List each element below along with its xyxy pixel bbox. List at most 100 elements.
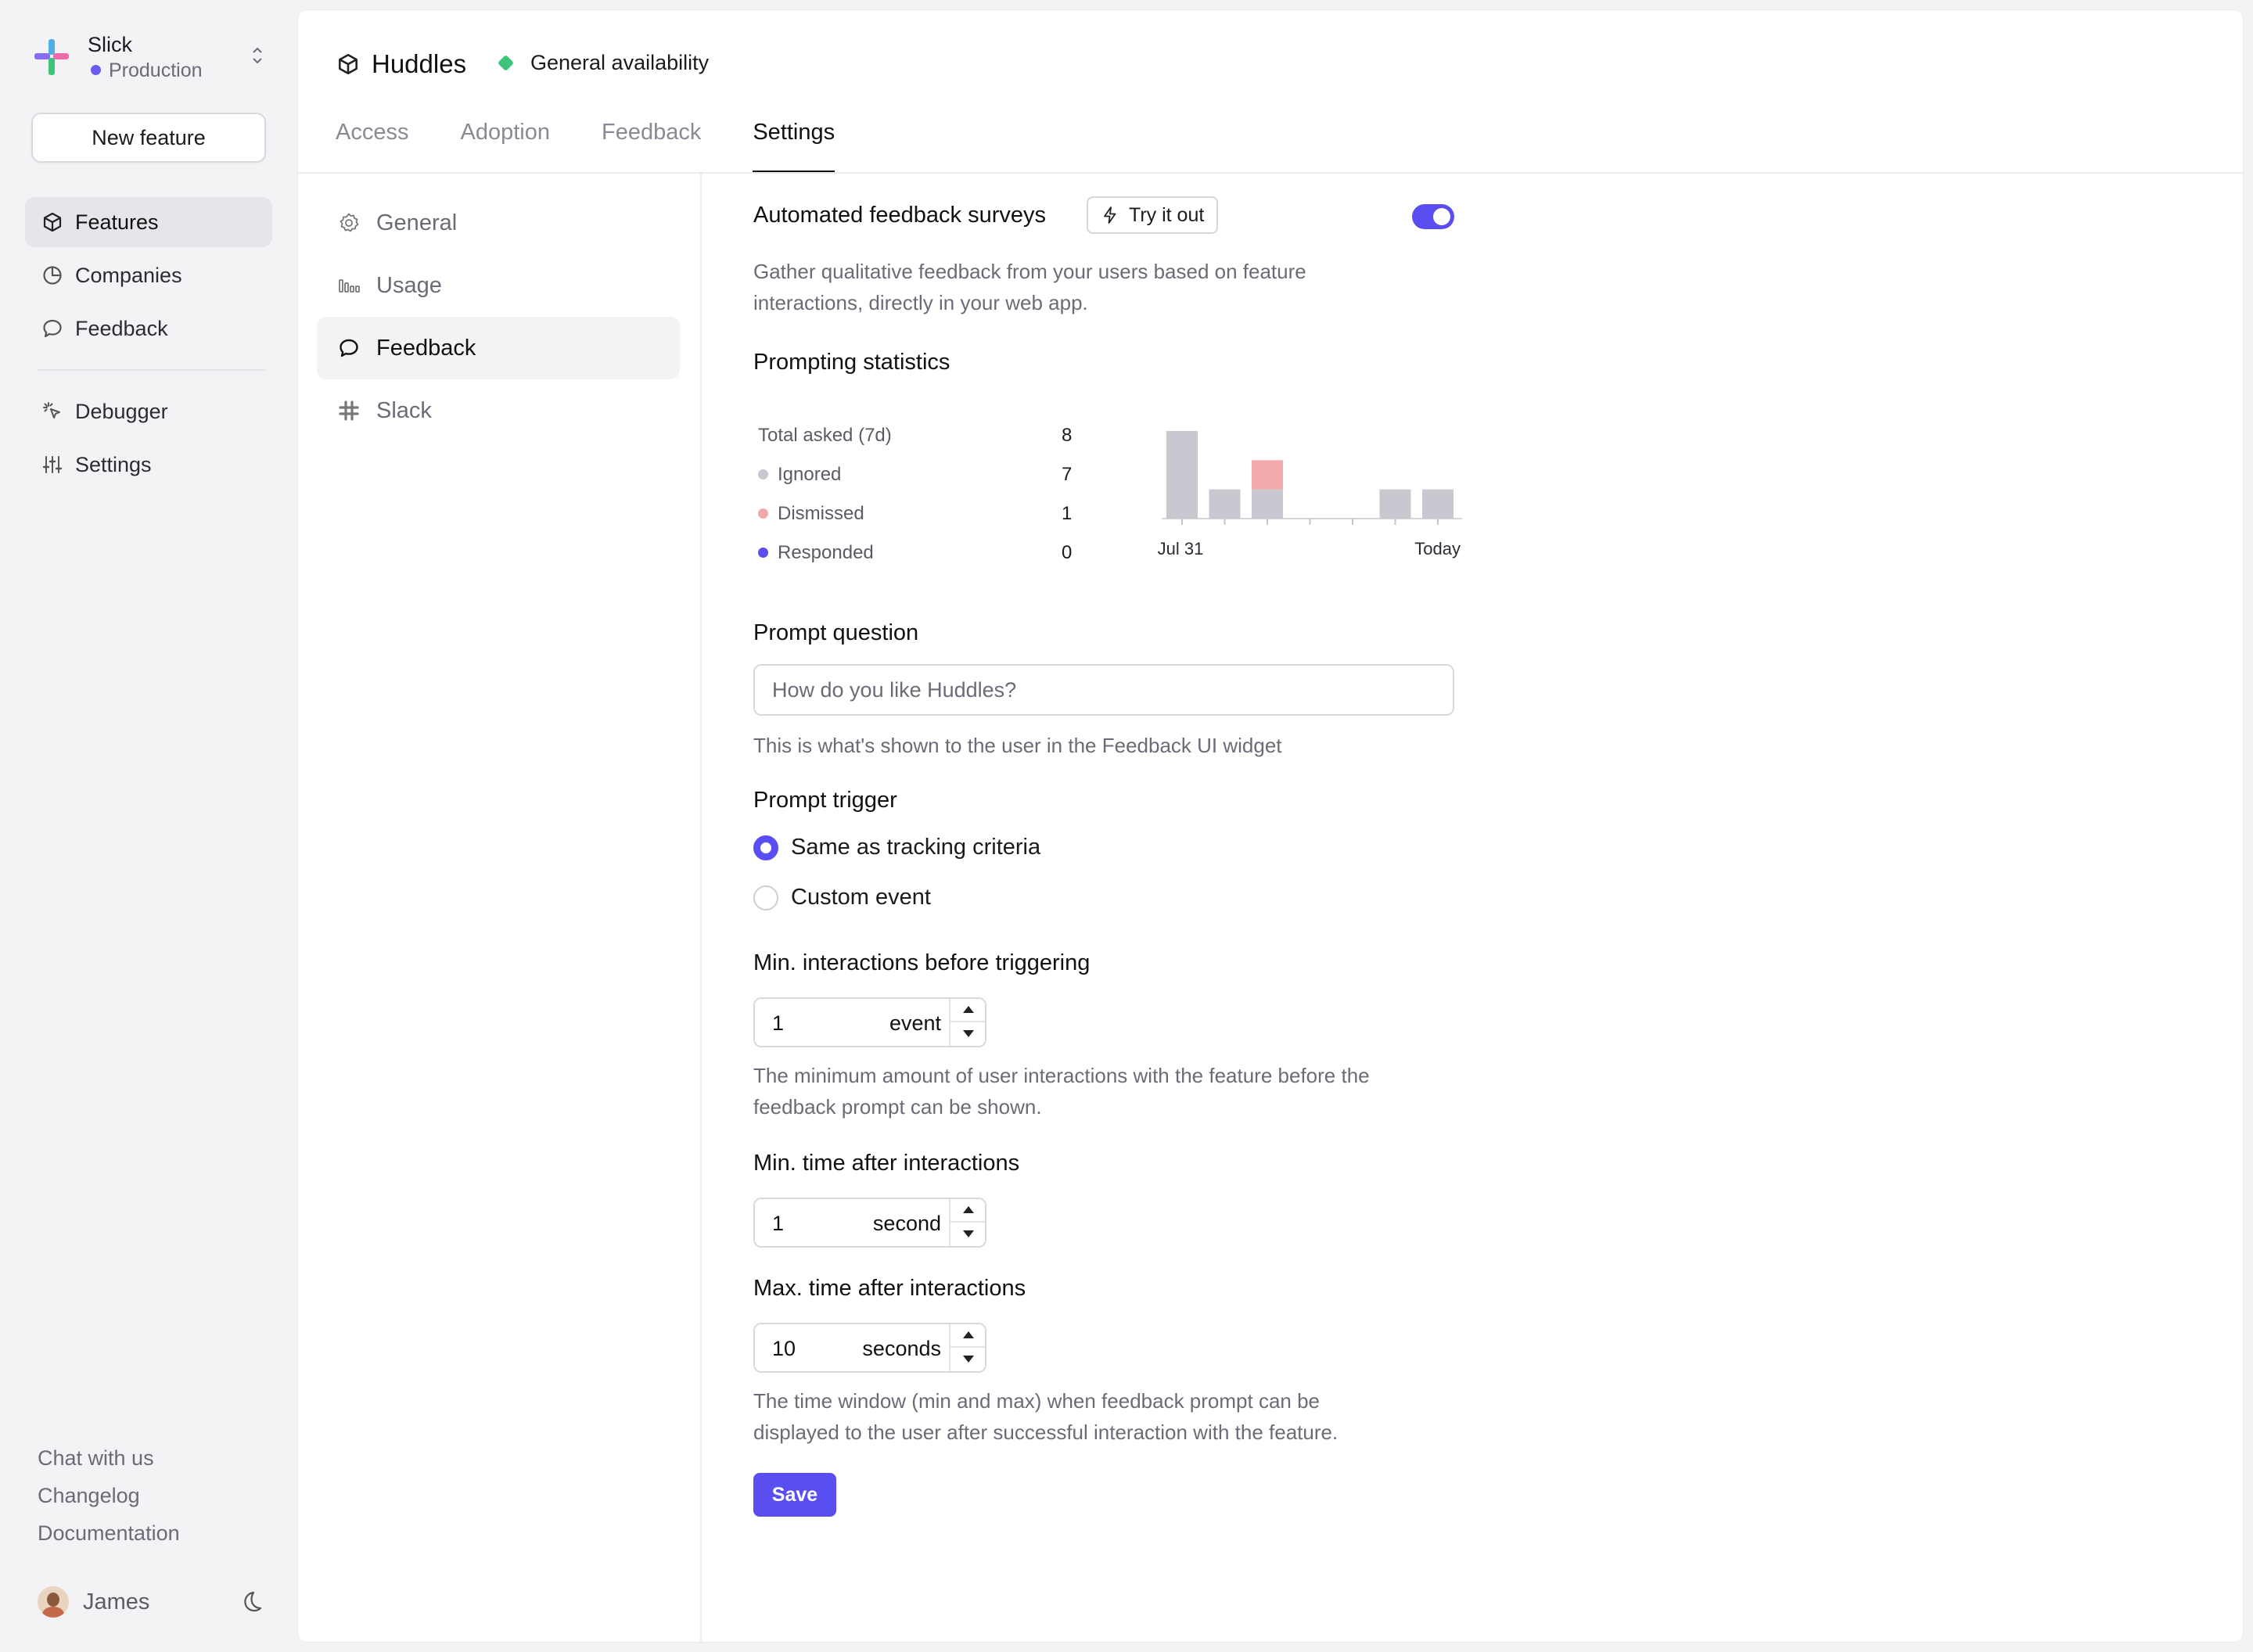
- sidebar-item-features[interactable]: Features: [25, 197, 272, 247]
- stepper-value[interactable]: 1: [772, 1212, 784, 1236]
- increment-arrow-icon[interactable]: [950, 1199, 985, 1223]
- decrement-arrow-icon[interactable]: [950, 1348, 985, 1371]
- x-tick-label: Today: [1414, 539, 1461, 558]
- bar-ignored: [1252, 489, 1283, 519]
- sidebar-item-label: Settings: [75, 452, 152, 476]
- chat-with-us-link[interactable]: Chat with us: [38, 1442, 180, 1480]
- documentation-link[interactable]: Documentation: [38, 1517, 180, 1555]
- sidebar-item-label: Companies: [75, 263, 182, 287]
- min-time-label: Min. time after interactions: [753, 1151, 1020, 1176]
- org-name: Slick: [88, 33, 133, 56]
- surveys-title: Automated feedback surveys: [753, 203, 1046, 228]
- prompt-question-help: This is what's shown to the user in the …: [753, 734, 1282, 757]
- footer-links: Chat with us Changelog Documentation: [38, 1442, 180, 1555]
- stepper-unit: seconds: [862, 1337, 941, 1360]
- user-name: James: [83, 1589, 150, 1614]
- sidebar-item-feedback[interactable]: Feedback: [25, 303, 272, 354]
- settings-divider: [700, 173, 702, 1642]
- stepper-unit: second: [872, 1212, 941, 1235]
- secondary-nav: Debugger Settings: [25, 386, 272, 493]
- tabs-divider: [298, 172, 2243, 174]
- prompt-trigger-label: Prompt trigger: [753, 788, 897, 813]
- tab-adoption[interactable]: Adoption: [460, 120, 550, 173]
- stat-value: 8: [1062, 425, 1073, 446]
- status-diamond-icon: [497, 54, 515, 72]
- sidebar-item-label: Debugger: [75, 399, 168, 423]
- sliders-icon: [42, 456, 63, 473]
- ignored-dot-icon: [758, 469, 768, 479]
- radio-checked[interactable]: [753, 835, 778, 860]
- sidebar-item-companies[interactable]: Companies: [25, 250, 272, 300]
- settings-nav-feedback[interactable]: Feedback: [317, 317, 680, 379]
- settings-nav-slack[interactable]: Slack: [317, 379, 680, 442]
- toggle-knob: [1433, 208, 1450, 225]
- bar-ignored: [1422, 489, 1453, 519]
- radio-unchecked[interactable]: [753, 885, 778, 910]
- changelog-link[interactable]: Changelog: [38, 1480, 180, 1517]
- decrement-arrow-icon[interactable]: [950, 1223, 985, 1246]
- surveys-toggle[interactable]: [1412, 204, 1454, 229]
- radio-label: Same as tracking criteria: [791, 835, 1041, 860]
- tab-feedback[interactable]: Feedback: [602, 120, 701, 173]
- status-badge[interactable]: General availability: [497, 51, 710, 75]
- page-title: Huddles: [336, 49, 466, 79]
- bar-ignored: [1209, 489, 1241, 519]
- prompt-question-input[interactable]: [753, 664, 1454, 716]
- chat-bubble-icon: [340, 339, 358, 357]
- stepper-value[interactable]: 1: [772, 1011, 784, 1036]
- stat-responded: Responded 0: [758, 537, 1073, 569]
- nav-divider: [38, 369, 266, 371]
- min-time-stepper[interactable]: 1 second: [753, 1198, 986, 1248]
- sidebar-item-label: Features: [75, 210, 159, 234]
- chat-bubble-icon: [43, 319, 62, 338]
- stat-ignored: Ignored 7: [758, 459, 1073, 490]
- max-time-help-line-2: displayed to the user after successful i…: [753, 1420, 1339, 1444]
- pie-chart-icon: [43, 266, 62, 285]
- stat-value: 7: [1062, 464, 1073, 485]
- x-tick-label: Jul 31: [1158, 539, 1204, 558]
- min-interactions-stepper[interactable]: 1 event: [753, 997, 986, 1047]
- radio-label: Custom event: [791, 885, 931, 910]
- min-interactions-help-line-2: feedback prompt can be shown.: [753, 1095, 1042, 1119]
- slick-logo-icon: [34, 39, 69, 75]
- trigger-option-tracking[interactable]: Same as tracking criteria: [753, 835, 1040, 860]
- settings-nav-label: Usage: [376, 272, 442, 298]
- decrement-arrow-icon[interactable]: [950, 1022, 985, 1046]
- sidebar-item-settings[interactable]: Settings: [25, 440, 272, 490]
- surveys-help-line-1: Gather qualitative feedback from your us…: [753, 260, 1306, 283]
- org-switcher[interactable]: Slick Production: [31, 30, 266, 84]
- dismissed-dot-icon: [758, 508, 768, 519]
- stepper-value[interactable]: 10: [772, 1337, 796, 1361]
- feature-tabs: Access Adoption Feedback Settings: [336, 120, 886, 173]
- prompt-question-label: Prompt question: [753, 620, 919, 645]
- tab-access[interactable]: Access: [336, 120, 408, 173]
- chevron-up-down-icon: [253, 47, 262, 64]
- moon-icon[interactable]: [236, 1588, 264, 1616]
- main-panel: Huddles General availability Access Adop…: [297, 9, 2244, 1643]
- sidebar-item-label: Feedback: [75, 316, 168, 340]
- status-label: General availability: [530, 51, 710, 74]
- settings-nav: General Usage Feedback Slack: [317, 192, 680, 442]
- increment-arrow-icon[interactable]: [950, 999, 985, 1022]
- increment-arrow-icon[interactable]: [950, 1324, 985, 1348]
- new-feature-button[interactable]: New feature: [31, 113, 266, 163]
- stepper-arrows: [949, 1324, 985, 1371]
- try-it-out-button[interactable]: Try it out: [1087, 196, 1219, 234]
- settings-nav-usage[interactable]: Usage: [317, 254, 680, 317]
- lightning-icon: [1104, 206, 1116, 224]
- gear-icon: [340, 213, 359, 232]
- try-it-out-label: Try it out: [1129, 203, 1205, 226]
- tab-settings[interactable]: Settings: [753, 120, 835, 173]
- sidebar-item-debugger[interactable]: Debugger: [25, 386, 272, 436]
- save-button[interactable]: Save: [753, 1473, 836, 1517]
- bars-icon: [339, 279, 360, 293]
- stat-value: 1: [1062, 503, 1073, 524]
- stepper-unit: event: [889, 1011, 941, 1035]
- max-time-stepper[interactable]: 10 seconds: [753, 1323, 986, 1373]
- settings-nav-general[interactable]: General: [317, 192, 680, 254]
- user-menu[interactable]: James: [38, 1585, 264, 1619]
- stat-value: 0: [1062, 542, 1073, 563]
- trigger-option-custom-event[interactable]: Custom event: [753, 885, 931, 910]
- stat-label: Responded: [778, 542, 874, 563]
- settings-nav-label: Feedback: [376, 335, 476, 361]
